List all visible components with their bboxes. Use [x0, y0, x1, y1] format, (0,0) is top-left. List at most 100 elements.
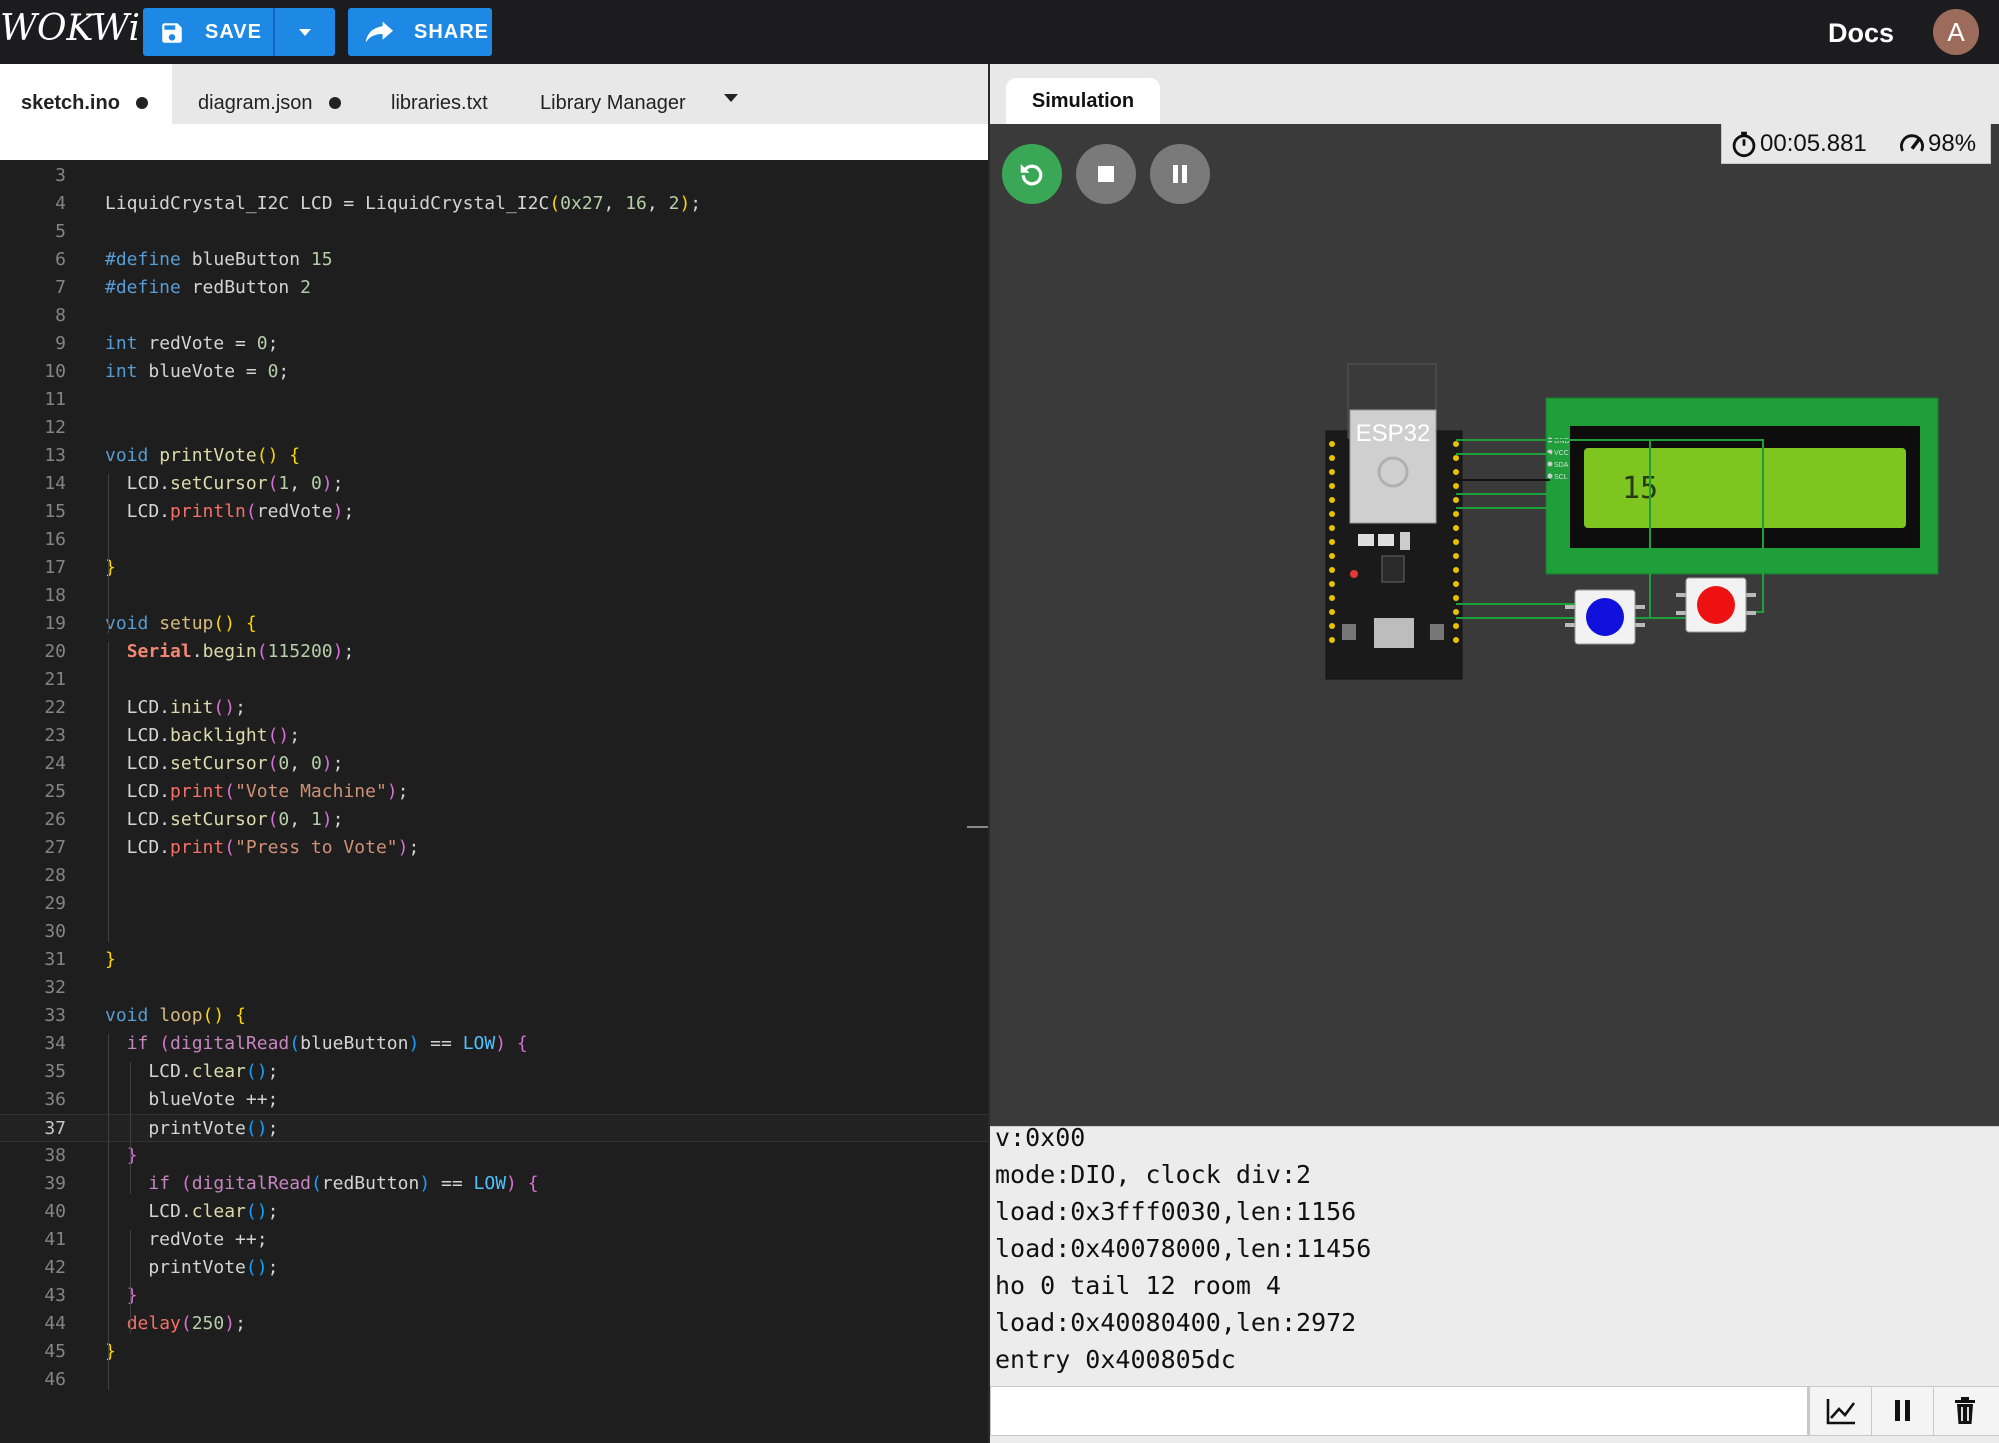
lcd-display[interactable]: GND VCC SDA SCL 15 [1545, 397, 1939, 575]
code-line[interactable]: 35 LCD.clear(); [0, 1058, 988, 1086]
code-line[interactable]: 26 LCD.setCursor(0, 1); [0, 806, 988, 834]
code-token: ) [397, 837, 409, 858]
code-token: if [148, 1173, 181, 1194]
line-number: 45 [44, 1341, 66, 1362]
line-number: 43 [44, 1285, 66, 1306]
code-token: LOW [473, 1173, 507, 1194]
code-line[interactable]: 42 printVote(); [0, 1254, 988, 1282]
serial-input[interactable] [990, 1386, 1808, 1436]
clear-serial-button[interactable] [1933, 1387, 1995, 1435]
avatar[interactable]: A [1933, 9, 1979, 55]
tab-libraries-txt[interactable]: libraries.txt [368, 64, 518, 124]
code-text: int blueVote = 0; [105, 358, 289, 386]
code-line[interactable]: 37 printVote(); [0, 1114, 988, 1142]
code-line[interactable]: 6 #define blueButton 15 [0, 246, 988, 274]
code-token: ) [506, 1173, 517, 1194]
code-line[interactable]: 10 int blueVote = 0; [0, 358, 988, 386]
tab-simulation[interactable]: Simulation [1006, 78, 1160, 124]
code-line[interactable]: 23 LCD.backlight(); [0, 722, 988, 750]
share-button[interactable]: SHARE [348, 8, 492, 56]
code-token: Serial [126, 641, 192, 662]
code-text: LCD.println(redVote); [105, 498, 355, 526]
code-line[interactable]: 36 blueVote ++; [0, 1086, 988, 1114]
code-line[interactable]: 13 void printVote() { [0, 442, 988, 470]
code-token: blueVote = [148, 361, 268, 382]
simulation-canvas[interactable]: 00:05.881 98% ESP32 GND VCC SDA SCL 15 [990, 124, 1999, 1126]
line-number: 33 [44, 1005, 66, 1026]
indent-guide [108, 474, 109, 634]
chevron-down-icon[interactable] [295, 22, 315, 42]
code-line[interactable]: 34 if (digitalRead(blueButton) == LOW) { [0, 1030, 988, 1058]
code-line[interactable]: 28 [0, 862, 988, 890]
docs-link[interactable]: Docs [1828, 18, 1894, 49]
code-line[interactable]: 31} [0, 946, 988, 974]
code-line[interactable]: 27 LCD.print("Press to Vote"); [0, 834, 988, 862]
line-number: 20 [44, 641, 66, 662]
line-number: 32 [44, 977, 66, 998]
code-token: ; [267, 333, 279, 354]
code-line[interactable]: 30 [0, 918, 988, 946]
save-button[interactable]: SAVE [143, 8, 335, 56]
code-token: { [527, 1173, 539, 1194]
indent-guide [130, 1062, 131, 1194]
code-line[interactable]: 38 } [0, 1142, 988, 1170]
code-token: LCD. [105, 1201, 192, 1222]
red-pushbutton[interactable] [1676, 577, 1756, 633]
code-text: LCD.setCursor(0, 0); [105, 750, 344, 778]
code-token: digitalRead [170, 1033, 290, 1054]
code-line[interactable]: 41 redVote ++; [0, 1226, 988, 1254]
line-number: 27 [44, 837, 66, 858]
code-line[interactable]: 39 if (digitalRead(redButton) == LOW) { [0, 1170, 988, 1198]
code-line[interactable]: 44 delay(250); [0, 1310, 988, 1338]
code-line[interactable]: 19 void setup() { [0, 610, 988, 638]
code-line[interactable]: 11 [0, 386, 988, 414]
serial-monitor: v:0x00 mode:DIO, clock div:2 load:0x3fff… [990, 1123, 1999, 1443]
code-line[interactable]: 20 Serial.begin(115200); [0, 638, 988, 666]
code-token: "Press to Vote" [235, 837, 398, 858]
editor-scrollbar[interactable] [967, 826, 988, 828]
tab-diagram-json[interactable]: diagram.json [172, 64, 368, 124]
code-editor[interactable]: 3 4 LiquidCrystal_I2C LCD = LiquidCrystal_… [0, 160, 988, 1443]
code-line[interactable]: 43 } [0, 1282, 988, 1310]
code-token: blueVote ++; [105, 1089, 279, 1110]
code-line[interactable]: 33 void loop() { [0, 1002, 988, 1030]
code-line[interactable]: 8 [0, 302, 988, 330]
code-line[interactable]: 45} [0, 1338, 988, 1366]
code-line[interactable]: 16 [0, 526, 988, 554]
code-line[interactable]: 18 [0, 582, 988, 610]
tab-label: sketch.ino [21, 92, 120, 114]
code-line[interactable]: 3 [0, 162, 988, 190]
circuit-diagram[interactable]: ESP32 GND VCC SDA SCL 15 [990, 124, 1999, 1126]
tab-sketch-ino[interactable]: sketch.ino [0, 64, 172, 124]
code-line[interactable]: 14 LCD.setCursor(1, 0); [0, 470, 988, 498]
caret-down-icon[interactable] [724, 94, 738, 102]
code-line[interactable]: 12 [0, 414, 988, 442]
wokwi-logo[interactable]: WOKWi [0, 8, 140, 49]
tab-library-manager[interactable]: Library Manager [518, 64, 708, 124]
code-line[interactable]: 40 LCD.clear(); [0, 1198, 988, 1226]
code-line[interactable]: 32 [0, 974, 988, 1002]
code-line[interactable]: 21 [0, 666, 988, 694]
code-line[interactable]: 29 [0, 890, 988, 918]
code-token: setCursor [170, 809, 268, 830]
code-line[interactable]: 24 LCD.setCursor(0, 0); [0, 750, 988, 778]
code-line[interactable]: 25 LCD.print("Vote Machine"); [0, 778, 988, 806]
blue-pushbutton[interactable] [1565, 589, 1645, 645]
code-token: digitalRead [191, 1173, 311, 1194]
code-line[interactable]: 46 [0, 1366, 988, 1394]
plotter-button[interactable] [1809, 1387, 1871, 1435]
esp32-board[interactable]: ESP32 [1325, 363, 1463, 680]
code-line[interactable]: 22 LCD.init(); [0, 694, 988, 722]
code-token: void [105, 1005, 160, 1026]
code-line[interactable]: 15 LCD.println(redVote); [0, 498, 988, 526]
serial-line: load:0x40078000,len:11456 [995, 1234, 1372, 1263]
code-line[interactable]: 4 LiquidCrystal_I2C LCD = LiquidCrystal_I… [0, 190, 988, 218]
code-line[interactable]: 17} [0, 554, 988, 582]
code-line[interactable]: 5 [0, 218, 988, 246]
code-line[interactable]: 9 int redVote = 0; [0, 330, 988, 358]
line-number: 25 [44, 781, 66, 802]
code-token: ) [679, 193, 691, 214]
code-line[interactable]: 7 #define redButton 2 [0, 274, 988, 302]
serial-pause-button[interactable] [1871, 1387, 1933, 1435]
